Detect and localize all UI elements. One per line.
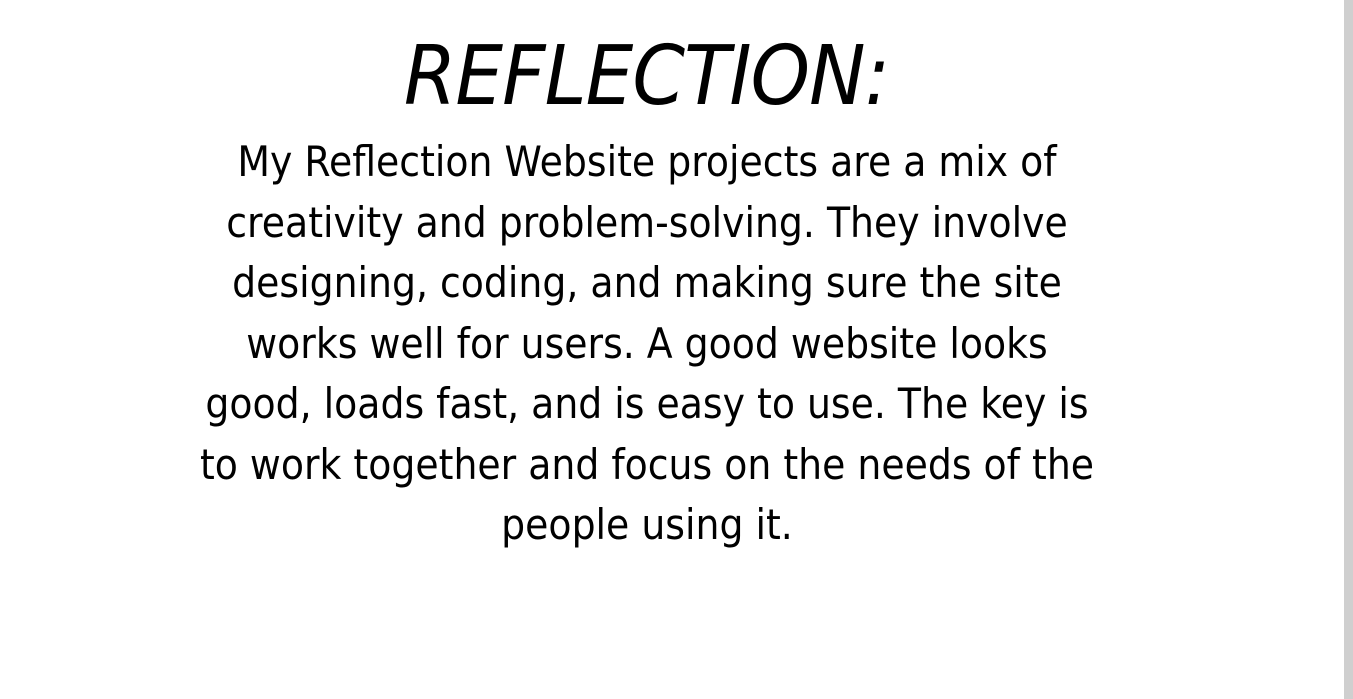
slide-page: REFLECTION: My Reflection Website projec… <box>0 0 1353 699</box>
slide-content: REFLECTION: My Reflection Website projec… <box>0 0 1293 556</box>
reflection-paragraph: My Reflection Website projects are a mix… <box>199 137 1094 549</box>
vertical-scrollbar[interactable] <box>1344 0 1353 699</box>
slide-title: REFLECTION: <box>403 29 890 124</box>
